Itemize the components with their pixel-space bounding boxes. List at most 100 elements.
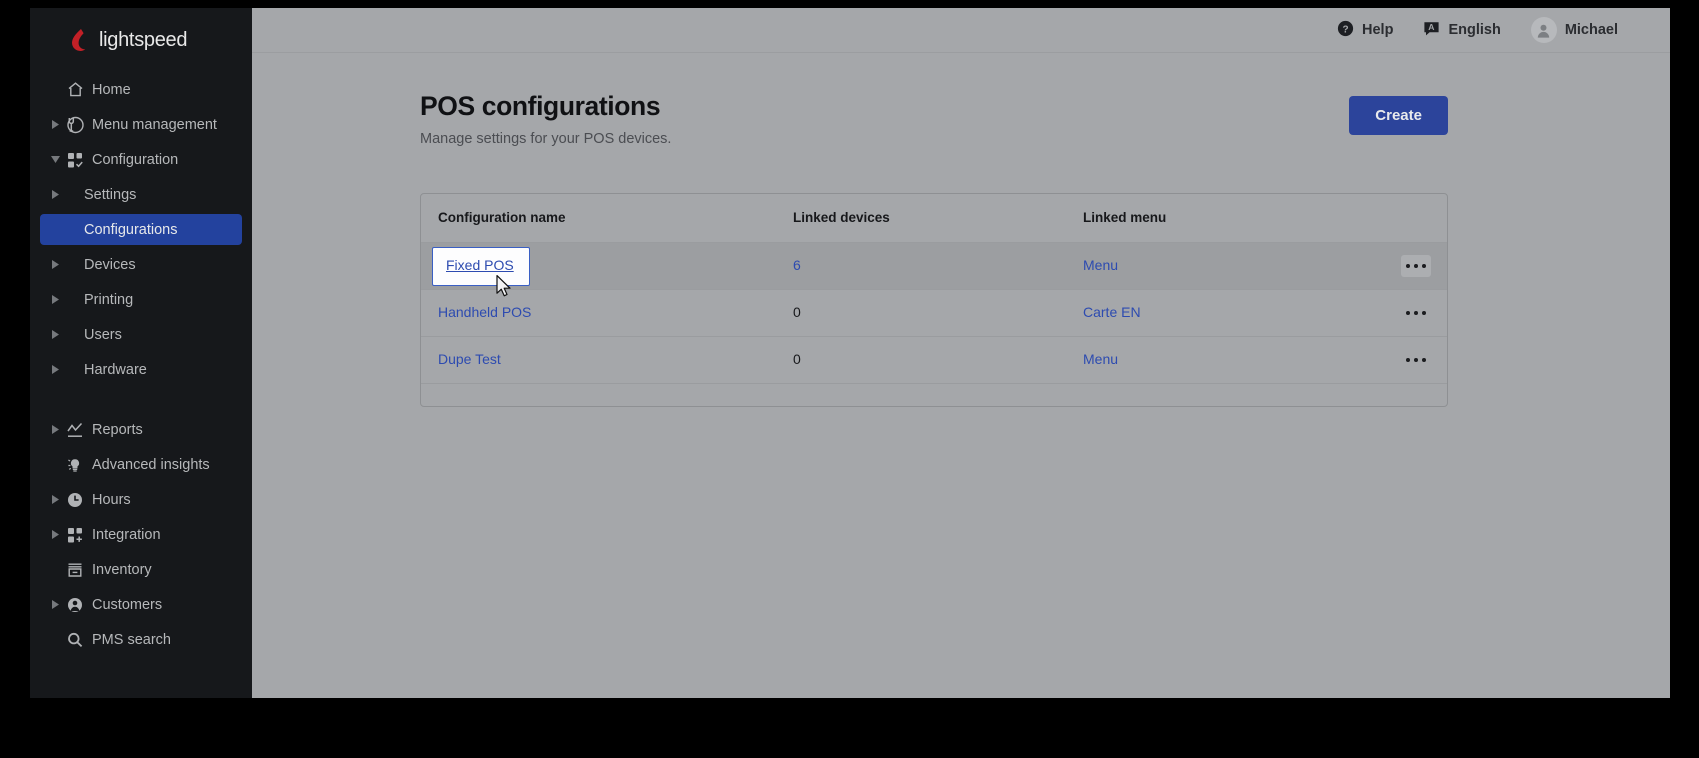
user-name: Michael	[1564, 22, 1618, 38]
help-label: Help	[1362, 22, 1394, 38]
avatar-icon	[1530, 17, 1557, 43]
sidebar-item-inventory[interactable]: Inventory	[40, 554, 242, 585]
table-header-row: Configuration name Linked devices Linked…	[421, 194, 1447, 243]
svg-text:?: ?	[1342, 24, 1348, 35]
sidebar-item-label: Integration	[92, 526, 161, 543]
page-title: POS configurations	[420, 91, 661, 121]
column-header-linked-devices: Linked devices	[793, 210, 890, 225]
integration-grid-plus-icon	[62, 526, 88, 544]
sidebar-item-configuration[interactable]: Configuration	[40, 144, 242, 175]
sidebar-item-label: Configuration	[92, 151, 179, 168]
page-header: POS configurations Manage settings for y…	[420, 91, 1448, 147]
table-footer	[421, 384, 1447, 406]
configurations-table: Configuration name Linked devices Linked…	[420, 193, 1448, 407]
configuration-link-fixed-pos[interactable]: Fixed POS	[446, 257, 514, 273]
linked-menu-link[interactable]: Menu	[1083, 351, 1118, 367]
table-row[interactable]: Fixed POS 6 Menu	[421, 243, 1447, 296]
application-window: lightspeed Home Menu management Configur…	[30, 8, 1670, 698]
table-row[interactable]: Handheld POS 0 Carte EN	[421, 290, 1447, 337]
help-button[interactable]: ? Help	[1337, 20, 1393, 41]
dot	[1405, 357, 1411, 363]
column-header-configuration-name: Configuration name	[438, 210, 566, 225]
caret-down-icon[interactable]	[48, 156, 62, 163]
caret-right-icon[interactable]	[48, 530, 62, 539]
top-bar: ? Help A English Michael	[252, 8, 1670, 53]
column-header-linked-menu: Linked menu	[1083, 210, 1167, 225]
ellipsis-horizontal-icon[interactable]	[1401, 255, 1431, 277]
caret-right-icon[interactable]	[48, 190, 62, 199]
page-heading-group: POS configurations Manage settings for y…	[420, 91, 671, 147]
sidebar-divider-gap	[30, 389, 252, 410]
sidebar-item-printing[interactable]: Printing	[40, 284, 242, 315]
sidebar-item-pms-search[interactable]: PMS search	[40, 624, 242, 655]
flame-icon	[70, 28, 92, 52]
linked-devices-count: 0	[793, 304, 801, 320]
caret-right-icon[interactable]	[48, 600, 62, 609]
sidebar-item-settings[interactable]: Settings	[40, 179, 242, 210]
svg-text:A: A	[1429, 22, 1435, 32]
dot	[1405, 310, 1411, 316]
dot	[1421, 357, 1427, 363]
brand-logo[interactable]: lightspeed	[30, 18, 252, 70]
sidebar-item-label: Customers	[92, 596, 163, 613]
sidebar-item-label: Users	[84, 326, 122, 343]
create-button[interactable]: Create	[1349, 96, 1448, 135]
sidebar-item-configurations[interactable]: Configurations	[40, 214, 242, 245]
sidebar-item-devices[interactable]: Devices	[40, 249, 242, 280]
linked-devices-count[interactable]: 6	[793, 257, 801, 273]
language-selector[interactable]: A English	[1423, 20, 1501, 41]
sidebar-item-reports[interactable]: Reports	[40, 414, 242, 445]
configuration-link-dupe-test[interactable]: Dupe Test	[438, 351, 501, 367]
caret-right-icon[interactable]	[48, 120, 62, 129]
sidebar-item-label: Settings	[84, 186, 137, 203]
caret-right-icon[interactable]	[48, 330, 62, 339]
person-circle-icon	[62, 596, 88, 614]
sidebar-item-users[interactable]: Users	[40, 319, 242, 350]
clock-icon	[62, 491, 88, 509]
sidebar-item-label: Configurations	[84, 221, 178, 238]
sidebar-item-advanced-insights[interactable]: Advanced insights	[40, 449, 242, 480]
sidebar-item-hours[interactable]: Hours	[40, 484, 242, 515]
caret-right-icon[interactable]	[48, 260, 62, 269]
sidebar-item-label: Hours	[92, 491, 131, 508]
page-subtitle: Manage settings for your POS devices.	[420, 131, 672, 147]
sidebar-item-label: Devices	[84, 256, 136, 273]
dot	[1413, 263, 1419, 269]
dot	[1413, 310, 1419, 316]
sidebar-item-label: Menu management	[92, 116, 217, 133]
ellipsis-horizontal-icon[interactable]	[1401, 302, 1431, 324]
configuration-link-handheld-pos[interactable]: Handheld POS	[438, 304, 531, 320]
sidebar-item-label: Home	[92, 81, 131, 98]
sidebar-item-label: PMS search	[92, 631, 171, 648]
dot	[1421, 263, 1427, 269]
menu-management-icon	[62, 116, 88, 134]
configuration-grid-check-icon	[62, 151, 88, 169]
sidebar-item-home[interactable]: Home	[40, 74, 242, 105]
sidebar-item-menu-management[interactable]: Menu management	[40, 109, 242, 140]
user-menu[interactable]: Michael	[1530, 17, 1618, 43]
lightbulb-icon	[62, 456, 88, 474]
linked-menu-link[interactable]: Carte EN	[1083, 304, 1141, 320]
dot	[1413, 357, 1419, 363]
sidebar-item-customers[interactable]: Customers	[40, 589, 242, 620]
translate-bubble-icon: A	[1423, 20, 1440, 41]
caret-right-icon[interactable]	[48, 495, 62, 504]
question-circle-icon: ?	[1337, 20, 1354, 41]
brand-name: lightspeed	[99, 28, 188, 51]
caret-right-icon[interactable]	[48, 295, 62, 304]
ellipsis-horizontal-icon[interactable]	[1401, 349, 1431, 371]
main-area: ? Help A English Michael POS configurati…	[252, 8, 1670, 698]
sidebar-item-integration[interactable]: Integration	[40, 519, 242, 550]
linked-devices-count: 0	[793, 351, 801, 367]
caret-right-icon[interactable]	[48, 425, 62, 434]
home-icon	[62, 81, 88, 98]
table-row[interactable]: Dupe Test 0 Menu	[421, 337, 1447, 384]
sidebar-item-label: Inventory	[92, 561, 152, 578]
sidebar-item-hardware[interactable]: Hardware	[40, 354, 242, 385]
caret-right-icon[interactable]	[48, 365, 62, 374]
language-label: English	[1448, 22, 1501, 38]
sidebar-item-label: Hardware	[84, 361, 147, 378]
dot	[1405, 263, 1411, 269]
sidebar-item-label: Printing	[84, 291, 134, 308]
linked-menu-link[interactable]: Menu	[1083, 257, 1118, 273]
